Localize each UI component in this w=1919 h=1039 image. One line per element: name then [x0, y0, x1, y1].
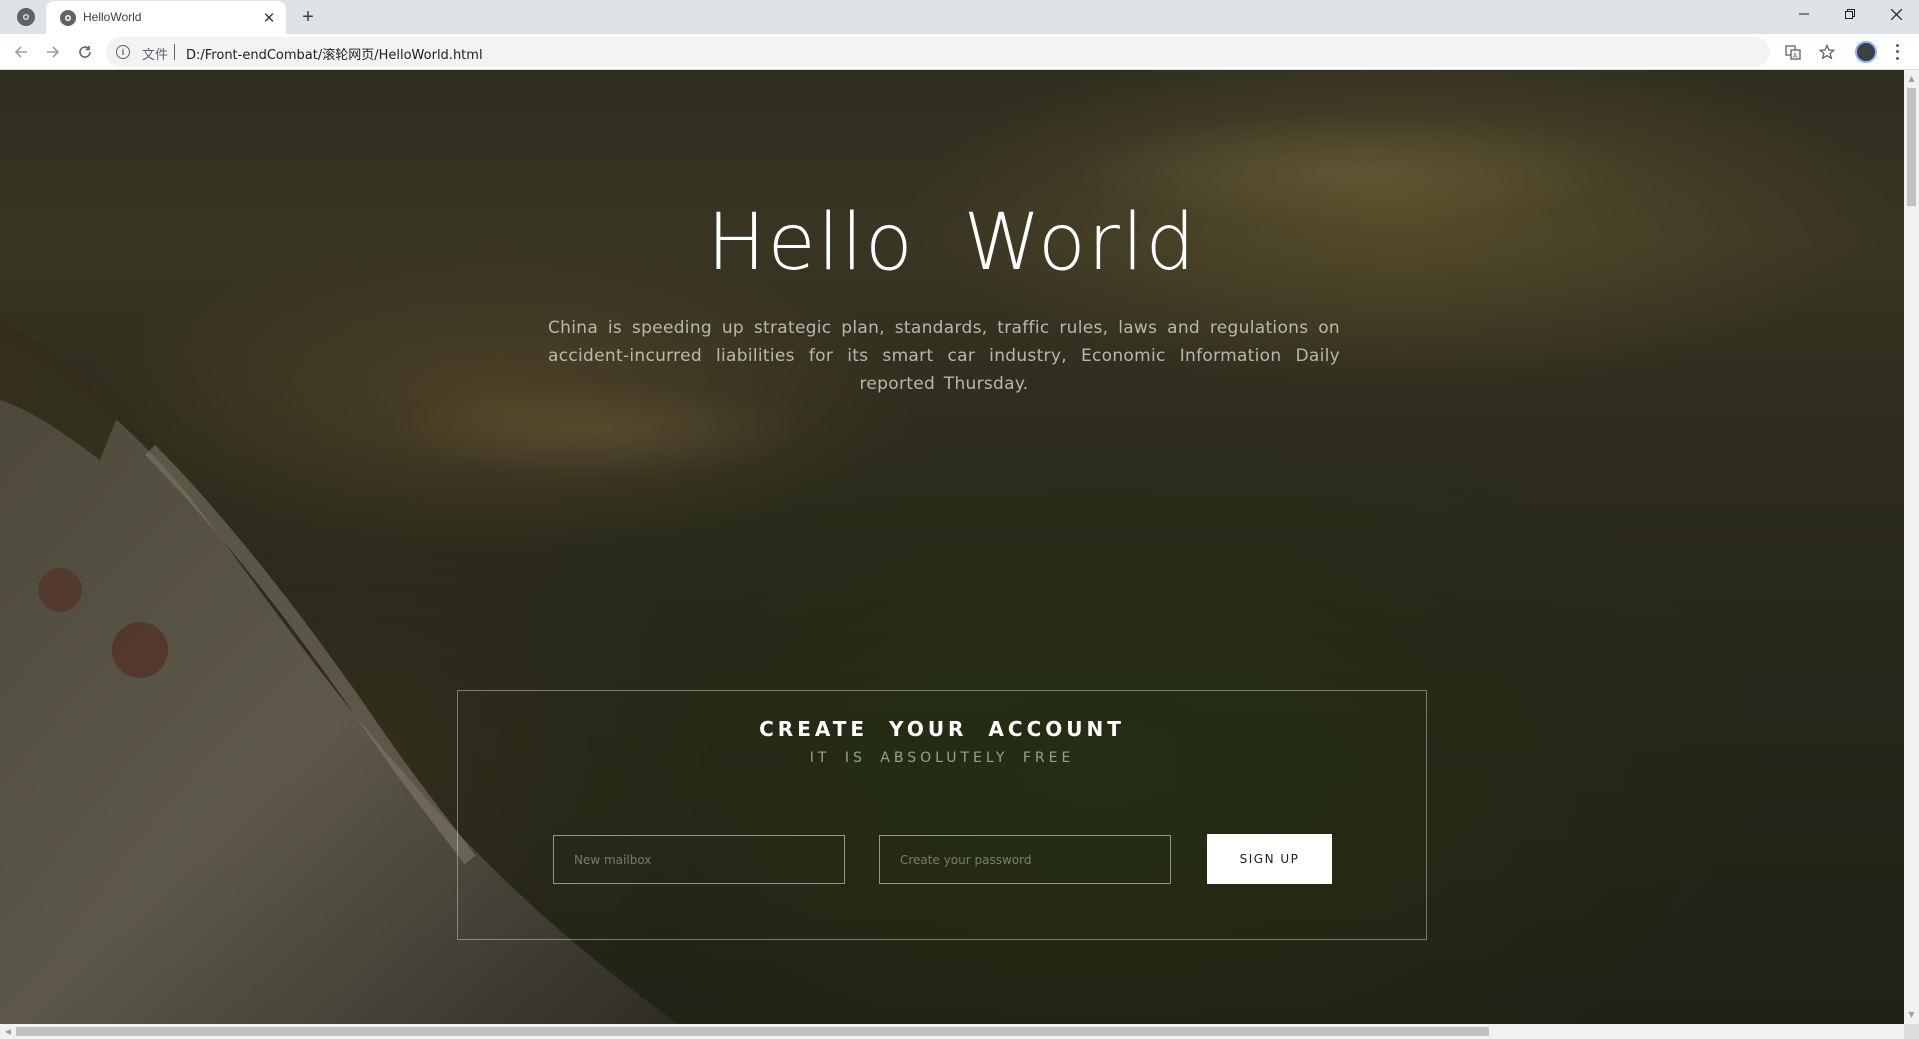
arrow-right-icon[interactable] [40, 40, 66, 64]
vertical-scrollbar[interactable]: ▲ ▼ [1904, 70, 1919, 1024]
scrollbar-corner [1904, 1024, 1919, 1039]
scheme-label: 文件 [142, 48, 169, 63]
arrow-left-icon[interactable] [8, 40, 34, 64]
email-field[interactable] [553, 835, 845, 884]
address-divider [174, 44, 175, 60]
minimize-icon[interactable] [1781, 0, 1827, 28]
signup-subtitle: IT IS ABSOLUTELY FREE [809, 750, 1075, 766]
tab-title: HelloWorld [83, 10, 142, 24]
password-field[interactable] [879, 835, 1171, 884]
globe-icon [60, 10, 76, 26]
browser-tab[interactable]: HelloWorld ✕ [46, 1, 286, 34]
scroll-left-icon[interactable]: ◀ [2, 1024, 14, 1039]
hero-title: Hello World [706, 198, 1198, 288]
reload-icon[interactable] [72, 40, 98, 64]
browser-toolbar: i 文件 D:/Front-endCombat/滚轮网页/HelloWorld.… [0, 34, 1919, 70]
browser-title-bar: HelloWorld ✕ + [0, 0, 1919, 34]
page-viewport: Hello World China is speeding up strateg… [0, 70, 1904, 1024]
signup-form: CREATE YOUR ACCOUNT IT IS ABSOLUTELY FRE… [457, 690, 1427, 940]
address-bar[interactable]: i 文件 D:/Front-endCombat/滚轮网页/HelloWorld.… [106, 37, 1801, 67]
sign-up-button[interactable]: SIGN UP [1207, 834, 1332, 884]
kebab-menu-icon[interactable] [1890, 42, 1904, 62]
info-icon[interactable]: i [116, 45, 130, 59]
horizontal-scroll-thumb[interactable] [16, 1027, 1489, 1036]
horizontal-scrollbar[interactable]: ◀ [0, 1024, 1904, 1039]
star-icon[interactable] [1818, 43, 1836, 61]
url-text[interactable]: D:/Front-endCombat/滚轮网页/HelloWorld.html [186, 44, 483, 63]
scroll-up-icon[interactable]: ▲ [1907, 72, 1916, 86]
chrome-icon[interactable] [17, 8, 35, 26]
vertical-scroll-thumb[interactable] [1907, 88, 1916, 206]
restore-icon[interactable] [1827, 0, 1873, 28]
window-close-icon[interactable] [1873, 0, 1919, 28]
close-tab-icon[interactable]: ✕ [260, 9, 278, 27]
new-tab-button[interactable]: + [296, 6, 320, 28]
hero-description: China is speeding up strategic plan, sta… [548, 318, 1340, 394]
profile-icon[interactable] [1855, 41, 1877, 63]
scroll-down-icon[interactable]: ▼ [1907, 1008, 1916, 1022]
translate-icon[interactable]: A [1784, 43, 1802, 61]
signup-title: CREATE YOUR ACCOUNT [759, 717, 1125, 741]
